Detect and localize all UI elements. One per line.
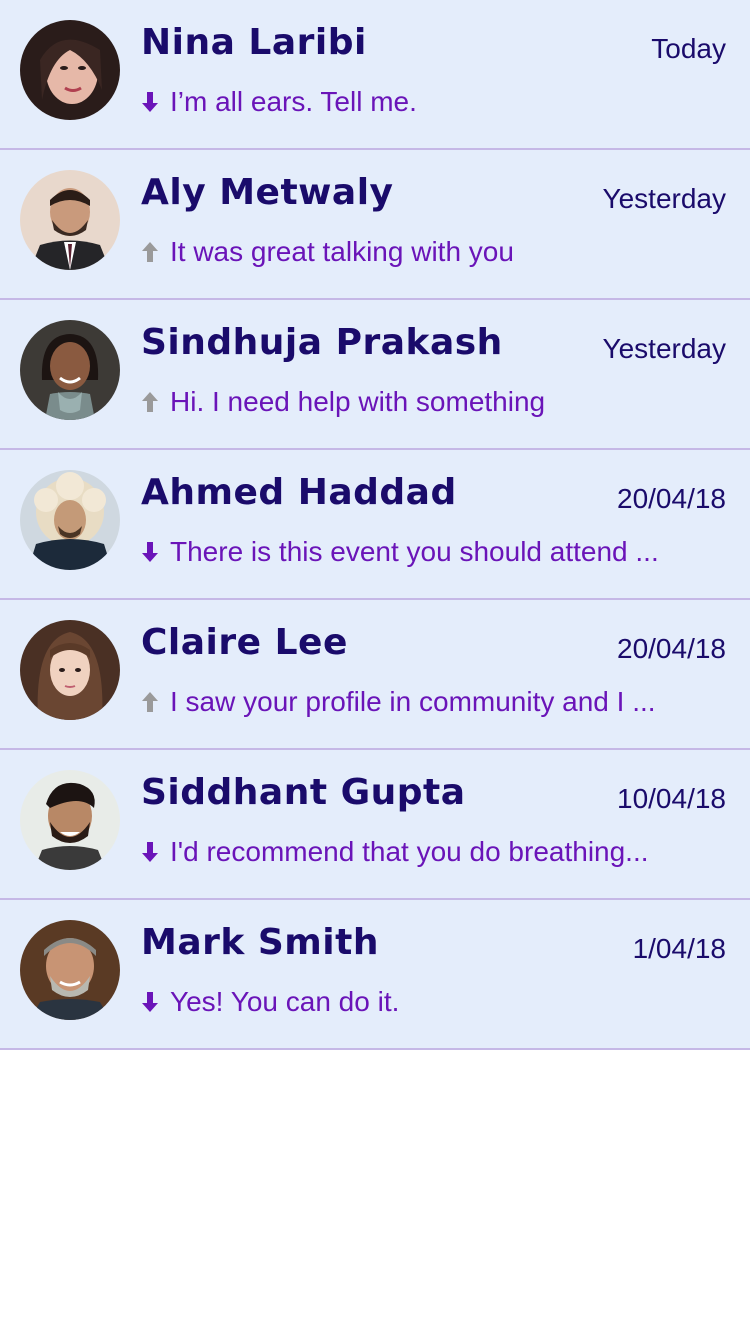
message-preview: There is this event you should attend ..… — [170, 536, 659, 567]
conversation-list: Nina Laribi Today I’m all ears. Tell me.… — [0, 0, 750, 1050]
contact-name: Aly Metwaly — [141, 172, 394, 213]
arrow-down-icon — [140, 840, 160, 864]
conversation-row[interactable]: Claire Lee 20/04/18 I saw your profile i… — [0, 600, 750, 750]
arrow-down-icon — [140, 990, 160, 1014]
arrow-up-icon — [140, 390, 160, 414]
message-preview-line: I saw your profile in community and I ..… — [140, 684, 656, 720]
contact-name: Siddhant Gupta — [141, 772, 466, 813]
message-preview-line: I’m all ears. Tell me. — [140, 84, 417, 120]
avatar — [20, 470, 120, 570]
avatar — [20, 920, 120, 1020]
message-preview-line: It was great talking with you — [140, 234, 514, 270]
conversation-row[interactable]: Ahmed Haddad 20/04/18 There is this even… — [0, 450, 750, 600]
message-preview-line: Hi. I need help with something — [140, 384, 545, 420]
avatar — [20, 620, 120, 720]
message-preview: I saw your profile in community and I ..… — [170, 686, 656, 717]
message-date: 10/04/18 — [617, 783, 726, 814]
arrow-up-icon — [140, 240, 160, 264]
contact-name: Claire Lee — [141, 622, 348, 663]
message-date: 1/04/18 — [632, 933, 726, 964]
contact-name: Nina Laribi — [141, 22, 367, 63]
conversation-row[interactable]: Nina Laribi Today I’m all ears. Tell me. — [0, 0, 750, 150]
message-preview: Yes! You can do it. — [170, 986, 400, 1017]
message-date: Yesterday — [602, 333, 727, 364]
arrow-up-icon — [140, 690, 160, 714]
avatar — [20, 770, 120, 870]
contact-name: Ahmed Haddad — [141, 472, 457, 513]
conversation-row[interactable]: Sindhuja Prakash Yesterday Hi. I need he… — [0, 300, 750, 450]
message-preview: It was great talking with you — [170, 236, 514, 267]
contact-name: Sindhuja Prakash — [141, 322, 503, 363]
avatar — [20, 20, 120, 120]
conversation-row[interactable]: Mark Smith 1/04/18 Yes! You can do it. — [0, 900, 750, 1050]
message-preview: I'd recommend that you do breathing... — [170, 836, 649, 867]
message-preview-line: I'd recommend that you do breathing... — [140, 834, 649, 870]
arrow-down-icon — [140, 90, 160, 114]
message-date: Yesterday — [602, 183, 727, 214]
message-preview-line: Yes! You can do it. — [140, 984, 399, 1020]
message-date: 20/04/18 — [617, 633, 726, 664]
arrow-down-icon — [140, 540, 160, 564]
contact-name: Mark Smith — [141, 922, 379, 963]
message-preview: I’m all ears. Tell me. — [170, 86, 417, 117]
conversation-row[interactable]: Siddhant Gupta 10/04/18 I'd recommend th… — [0, 750, 750, 900]
avatar — [20, 170, 120, 270]
message-preview: Hi. I need help with something — [170, 386, 546, 417]
message-date: Today — [651, 33, 726, 64]
conversation-row[interactable]: Aly Metwaly Yesterday It was great talki… — [0, 150, 750, 300]
message-date: 20/04/18 — [617, 483, 726, 514]
avatar — [20, 320, 120, 420]
message-preview-line: There is this event you should attend ..… — [140, 534, 659, 570]
